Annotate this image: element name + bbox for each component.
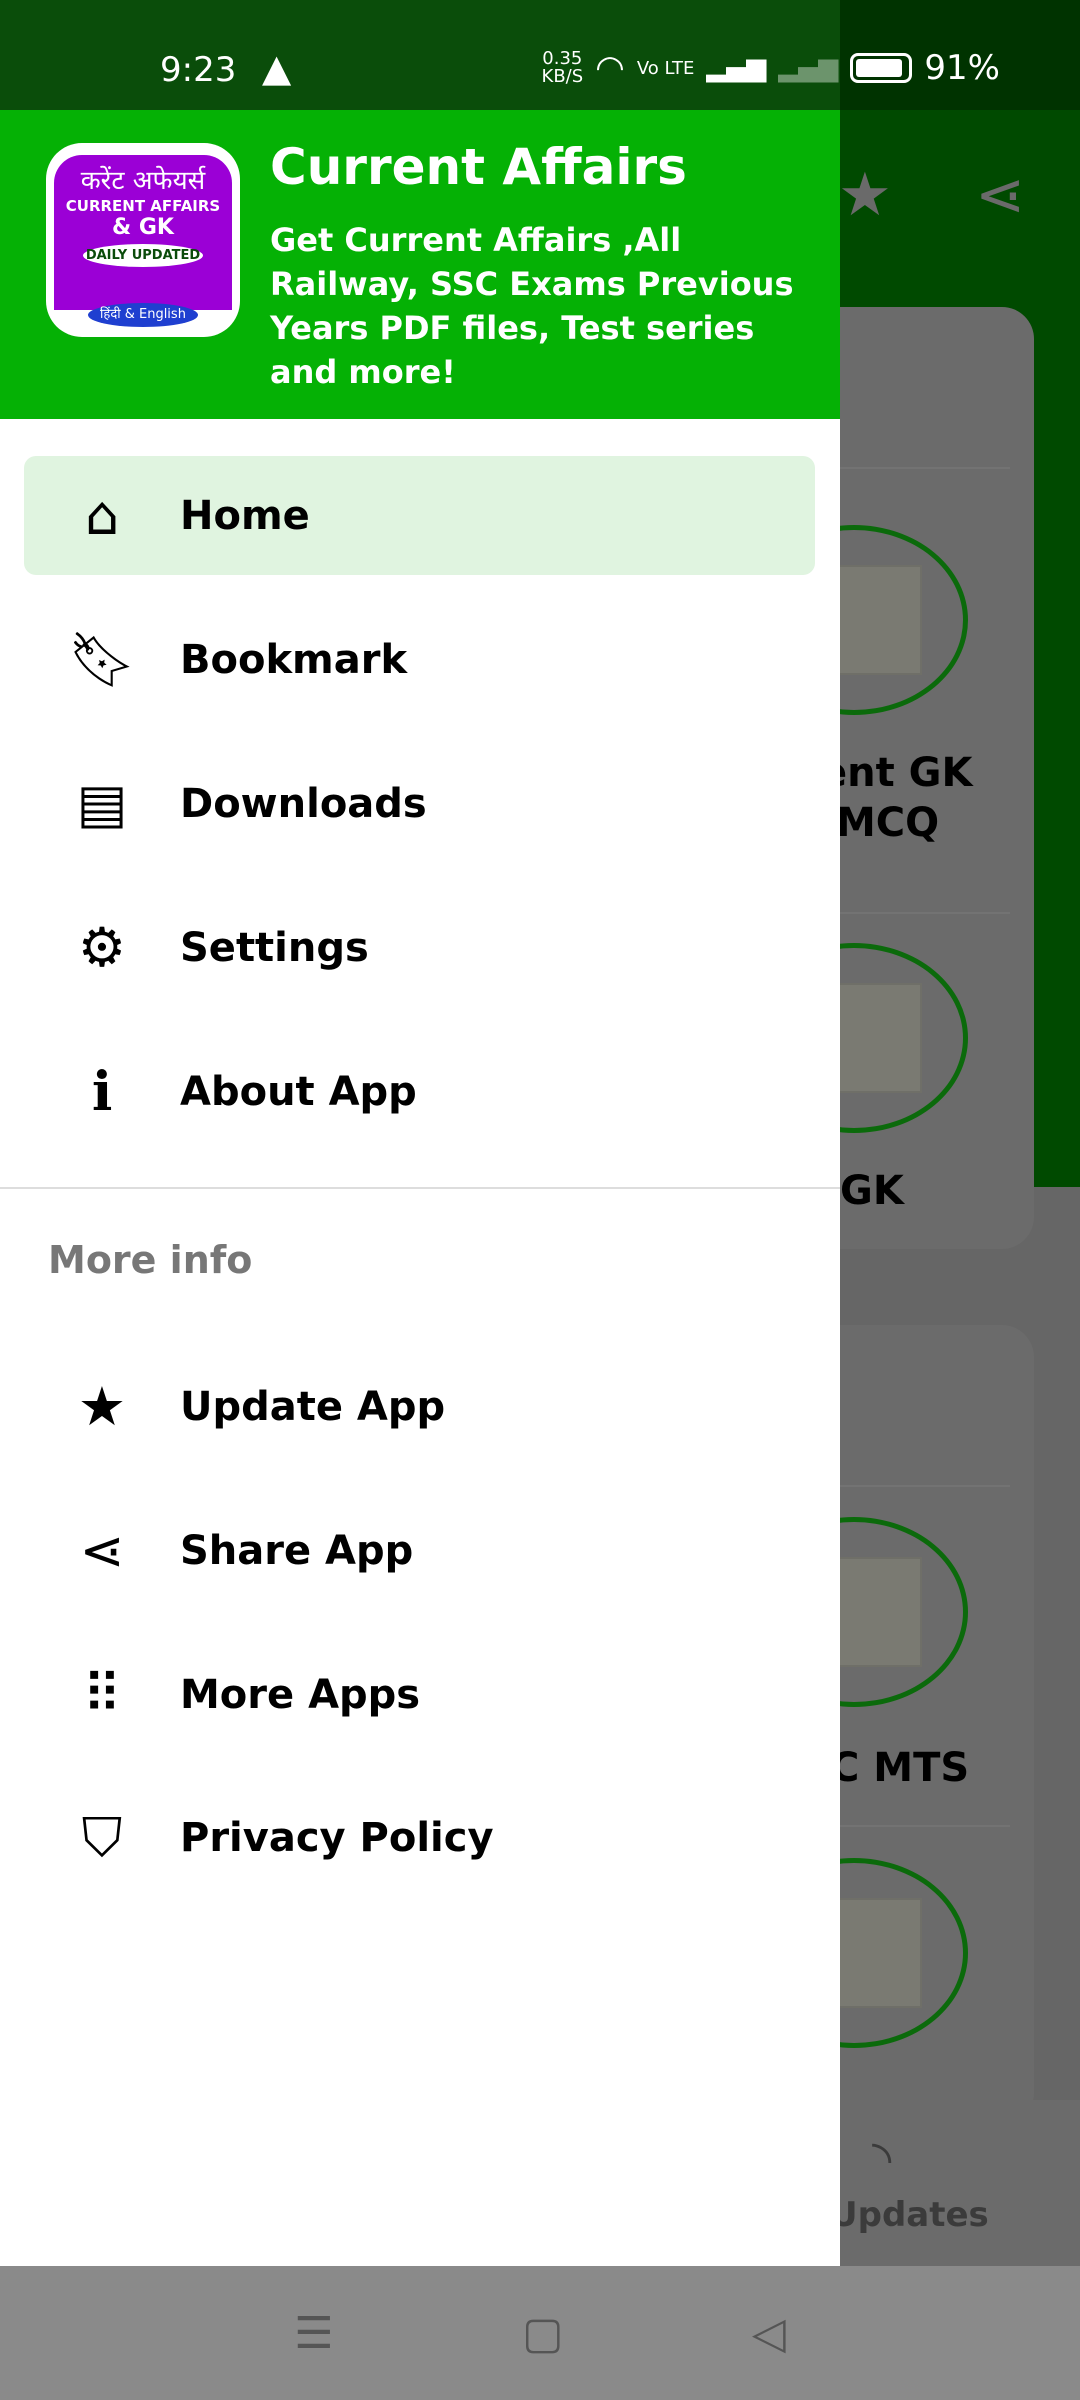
- signal-icon-2: ▂▄▆: [778, 53, 839, 83]
- menu-icon[interactable]: ☰: [294, 2308, 333, 2359]
- bookmark-icon: 🔖︎: [67, 627, 137, 691]
- card-label[interactable]: GK: [840, 1168, 904, 1214]
- bottom-nav-updates[interactable]: Updates: [830, 2195, 989, 2235]
- signal-icon: ▂▄▆: [706, 53, 767, 83]
- drawer-item-privacy[interactable]: ⛉ Privacy Policy: [24, 1778, 815, 1897]
- volte-icon: Vo LTE: [636, 57, 695, 79]
- drawer-item-about[interactable]: ℹ About App: [24, 1032, 815, 1151]
- system-nav-bar: ☰ ▢ ◁: [0, 2266, 1080, 2400]
- drawer-item-bookmark[interactable]: 🔖︎ Bookmark: [24, 600, 815, 719]
- drawer-item-home[interactable]: ⌂ Home: [24, 456, 815, 575]
- share-icon[interactable]: ⋖: [975, 160, 1025, 230]
- card-label[interactable]: MCQ: [836, 800, 939, 846]
- drawer-item-share[interactable]: ⋖ Share App: [24, 1491, 815, 1610]
- battery-icon: [850, 53, 913, 83]
- wifi-icon: ◠: [595, 48, 625, 88]
- star-icon: ★: [77, 1375, 127, 1438]
- app-title: Current Affairs: [270, 138, 687, 196]
- section-label: More info: [48, 1238, 253, 1282]
- card-label[interactable]: ent GK: [820, 750, 972, 796]
- clock: 9:23: [160, 50, 237, 90]
- back-icon[interactable]: ◁: [752, 2308, 786, 2359]
- card-label[interactable]: C MTS: [830, 1745, 969, 1791]
- app-subtitle: Get Current Affairs ,All Railway, SSC Ex…: [270, 221, 794, 391]
- shield-icon: ⛉: [81, 1805, 123, 1869]
- drawer-item-settings[interactable]: ⚙ Settings: [24, 888, 815, 1007]
- star-icon[interactable]: ★: [838, 160, 892, 230]
- home-icon: ⌂: [84, 484, 120, 547]
- divider: [0, 1187, 840, 1189]
- navigation-drawer: करेंट अफेयर्स CURRENT AFFAIRS & GK DAILY…: [0, 0, 840, 2266]
- rss-icon[interactable]: ◝: [872, 2130, 891, 2188]
- gear-icon: ⚙: [77, 916, 127, 979]
- battery-percent: 91%: [924, 48, 1000, 88]
- library-icon: ▤: [76, 772, 128, 835]
- info-icon: ℹ: [91, 1060, 113, 1123]
- home-button-icon[interactable]: ▢: [522, 2308, 564, 2359]
- status-bar: 9:23 ▲ 0.35 KB/S ◠ Vo LTE ▂▄▆ ▂▄▆ 91%: [0, 0, 1080, 110]
- share-icon: ⋖: [79, 1519, 125, 1582]
- net-speed: 0.35 KB/S: [541, 48, 584, 87]
- drawer-item-downloads[interactable]: ▤ Downloads: [24, 744, 815, 863]
- apps-grid-icon: ⠿: [82, 1663, 122, 1726]
- drawer-item-more-apps[interactable]: ⠿ More Apps: [24, 1635, 815, 1754]
- drawer-item-update[interactable]: ★ Update App: [24, 1347, 815, 1466]
- app-logo: करेंट अफेयर्स CURRENT AFFAIRS & GK DAILY…: [46, 143, 240, 337]
- navigation-icon: ▲: [262, 46, 292, 90]
